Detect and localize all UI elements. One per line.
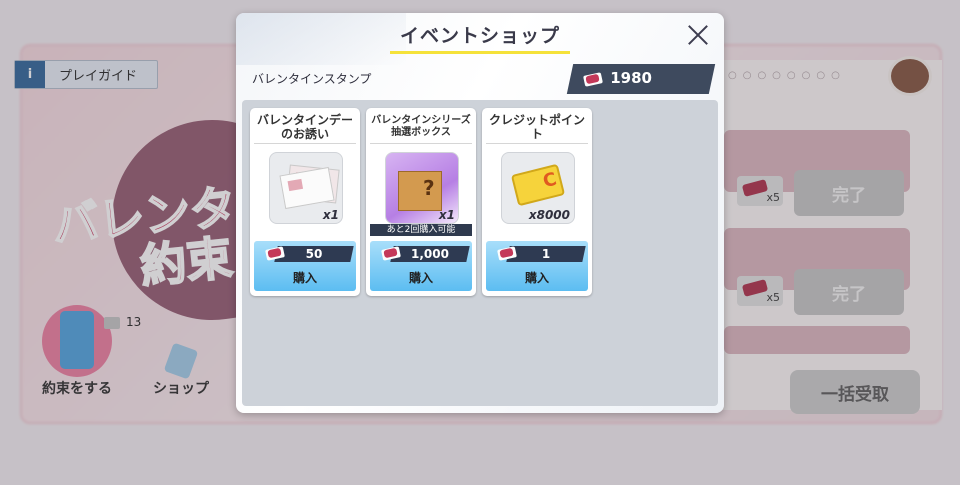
shop-item-card[interactable]: バレンタインシリーズ抽選ボックス ? x1 あと2回購入可能 1,000 購入	[366, 108, 476, 296]
envelope-front	[279, 166, 335, 210]
credit-letter: C	[540, 168, 559, 193]
buy-button[interactable]: 50 購入	[254, 241, 356, 291]
shop-item-card[interactable]: バレンタインデーのお誘い x1 50 購入	[250, 108, 360, 296]
valentine-stamp-icon	[582, 71, 604, 87]
credit-card-icon: C x8000	[501, 152, 575, 224]
buy-label: 購入	[524, 271, 549, 285]
item-quantity: x1	[438, 208, 455, 222]
buy-label: 購入	[408, 271, 433, 285]
lottery-box-icon: ? x1	[385, 152, 459, 224]
envelope-icon: x1	[269, 152, 343, 224]
buy-button[interactable]: 1 購入	[486, 241, 588, 291]
buy-button[interactable]: 1,000 購入	[370, 241, 472, 291]
currency-balance: 1980	[566, 64, 716, 94]
item-quantity: x8000	[528, 208, 570, 222]
close-icon[interactable]	[684, 21, 712, 49]
title-underline	[390, 51, 570, 54]
modal-title: イベントショップ	[399, 25, 560, 47]
buy-label: 購入	[292, 271, 317, 285]
cardboard-box: ?	[398, 171, 442, 211]
item-name: クレジットポイント	[486, 112, 588, 144]
credit-card: C	[510, 163, 566, 207]
item-name: バレンタインシリーズ抽選ボックス	[370, 112, 472, 144]
item-price: 50	[305, 247, 323, 261]
event-shop-modal: イベントショップ バレンタインスタンプ 1980 バレンタインデーのお誘い x1…	[236, 13, 724, 413]
purchase-limit: あと2回購入可能	[370, 224, 472, 236]
currency-value: 1980	[610, 69, 652, 87]
currency-label: バレンタインスタンプ	[252, 72, 372, 86]
question-mark: ?	[423, 176, 435, 200]
item-quantity: x1	[322, 208, 339, 222]
item-name: バレンタインデーのお誘い	[254, 112, 356, 144]
shop-item-card[interactable]: クレジットポイント C x8000 1 購入	[482, 108, 592, 296]
item-price: 1,000	[411, 247, 449, 261]
item-price: 1	[541, 247, 551, 261]
